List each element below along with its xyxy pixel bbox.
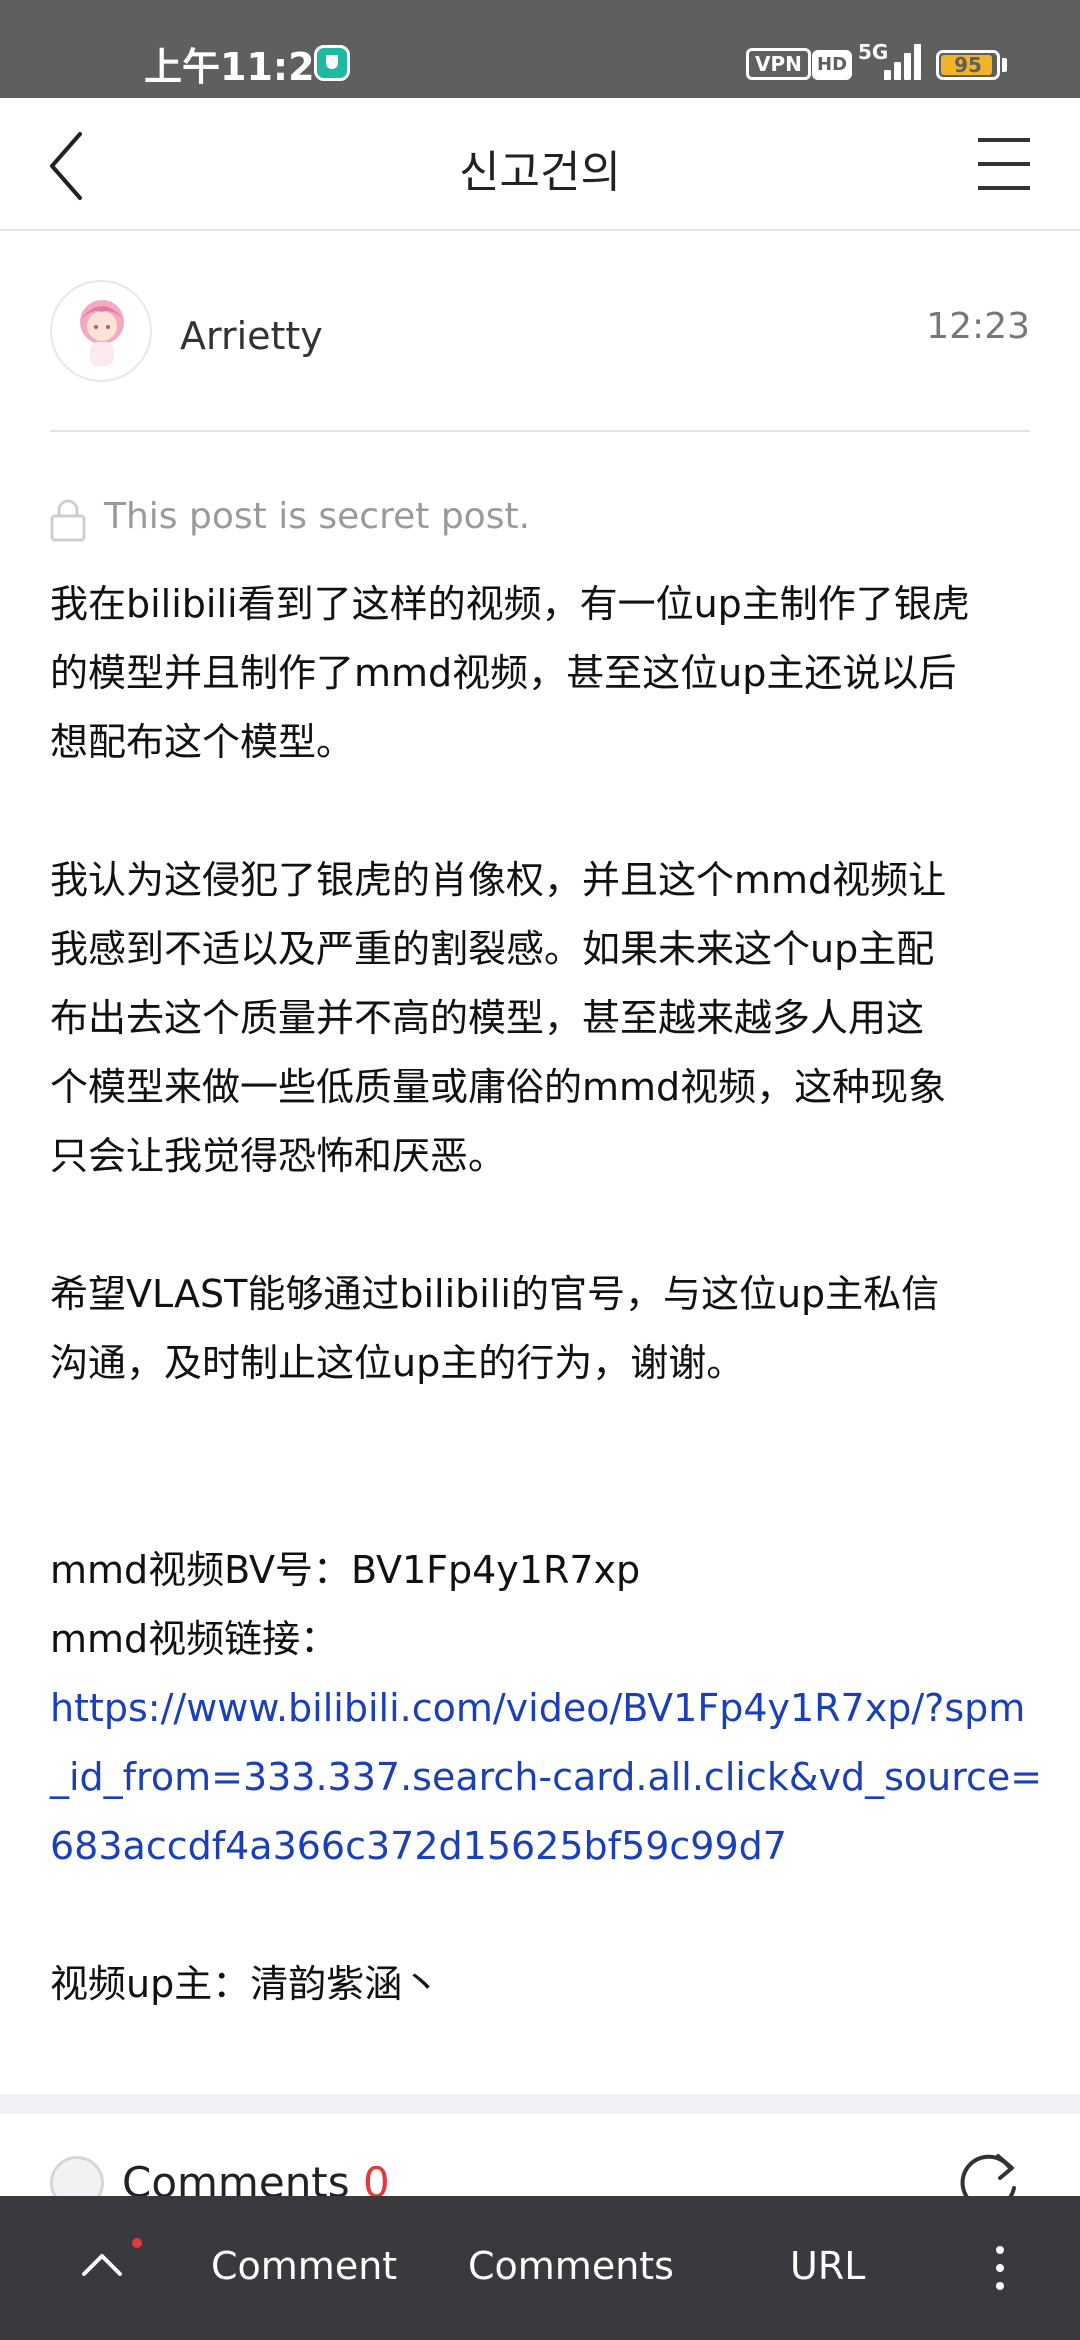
post-author: Arrietty 12:23 — [50, 280, 1030, 432]
post-text-line: 布出去这个质量并不高的模型，甚至越来越多人用这 — [50, 996, 925, 1040]
author-name[interactable]: Arrietty — [180, 314, 323, 358]
security-shield-icon — [314, 45, 350, 81]
post-text-line: 想配布这个模型。 — [50, 720, 355, 764]
menu-icon — [978, 138, 1030, 142]
comment-button[interactable]: Comment — [211, 2244, 397, 2288]
link-label: mmd视频链接： — [50, 1617, 339, 1661]
comments-button[interactable]: Comments — [468, 2244, 674, 2288]
battery-icon: 95 — [936, 50, 1000, 80]
post-text-line: 希望VLAST能够通过bilibili的官号，与这位up主私信 — [50, 1272, 940, 1316]
battery-level: 95 — [954, 53, 982, 77]
post-text-line: 我在bilibili看到了这样的视频，有一位up主制作了银虎 — [50, 582, 970, 626]
lock-icon — [50, 499, 86, 542]
post-text-line: 我认为这侵犯了银虎的肖像权，并且这个mmd视频让 — [50, 858, 947, 902]
scroll-top-icon[interactable] — [70, 2232, 134, 2296]
vpn-icon: VPN — [746, 48, 811, 80]
video-link[interactable]: 683accdf4a366c372d15625bf59c99d7 — [50, 1812, 1040, 1881]
section-divider — [0, 2094, 1080, 2114]
post-content: 我在bilibili看到了这样的视频，有一位up主制作了银虎 的模型并且制作了m… — [50, 570, 1042, 2019]
post-text-line: 个模型来做一些低质量或庸俗的mmd视频，这种现象 — [50, 1065, 947, 1109]
signal-icon — [884, 42, 924, 80]
secret-notice-text: This post is secret post. — [104, 496, 531, 537]
post-time: 12:23 — [926, 306, 1030, 347]
status-bar: 上午11:28 VPN HD 5G 95 — [0, 0, 1080, 98]
post-text-line: 的模型并且制作了mmd视频，甚至这位up主还说以后 — [50, 651, 957, 695]
url-button[interactable]: URL — [790, 2244, 865, 2288]
post-text-line: 我感到不适以及严重的割裂感。如果未来这个up主配 — [50, 927, 935, 971]
uploader-line: 视频up主：清韵紫涵丶 — [50, 1962, 441, 2006]
video-link[interactable]: https://www.bilibili.com/video/BV1Fp4y1R… — [50, 1674, 1040, 1743]
battery-cap — [1002, 58, 1007, 72]
app-header: 신고건의 — [0, 98, 1080, 231]
post-text-line: 沟通，及时制止这位up主的行为，谢谢。 — [50, 1341, 745, 1385]
page-title: 신고건의 — [459, 147, 621, 198]
hd-icon: HD — [812, 50, 853, 80]
notification-dot — [132, 2238, 142, 2248]
avatar[interactable] — [50, 280, 152, 382]
post-text-line: 只会让我觉得恐怖和厌恶。 — [50, 1134, 507, 1178]
bottom-toolbar: Comment Comments URL — [0, 2196, 1080, 2340]
more-options-button[interactable] — [990, 2236, 1010, 2300]
menu-button[interactable] — [978, 138, 1034, 190]
more-vertical-icon — [996, 2246, 1004, 2254]
video-link[interactable]: _id_from=333.337.search-card.all.click&v… — [50, 1743, 1042, 1812]
bv-number-line: mmd视频BV号：BV1Fp4y1R7xp — [50, 1548, 641, 1592]
status-time: 上午11:28 — [144, 45, 341, 89]
comments-header: Comments 0 — [0, 2114, 1080, 2211]
